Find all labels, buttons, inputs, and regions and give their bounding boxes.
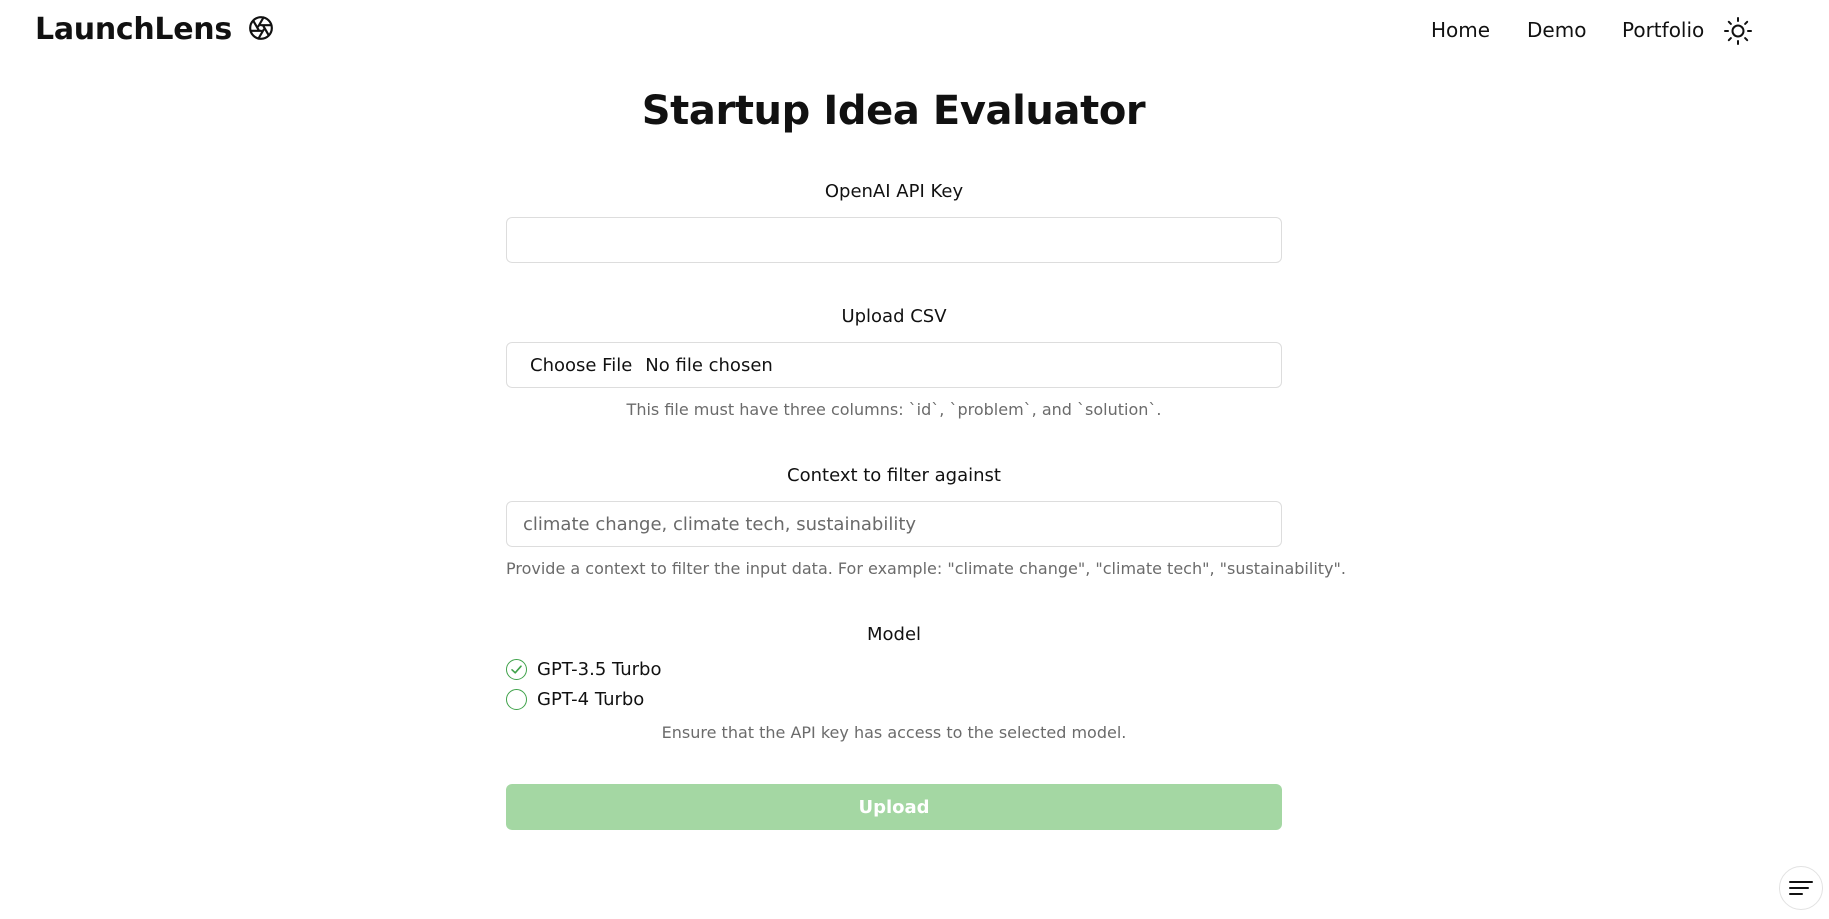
sun-icon <box>1724 17 1752 45</box>
context-label: Context to filter against <box>787 465 1001 486</box>
brand-name: LaunchLens <box>35 12 232 47</box>
nav-portfolio-link[interactable]: Portfolio <box>1622 18 1704 42</box>
api-key-input[interactable] <box>506 217 1282 263</box>
radio-unchecked-icon[interactable] <box>506 689 527 710</box>
page-title: Startup Idea Evaluator <box>641 88 1146 134</box>
model-hint: Ensure that the API key has access to th… <box>661 723 1127 742</box>
api-key-label: OpenAI API Key <box>824 181 964 202</box>
upload-csv-label: Upload CSV <box>841 306 947 327</box>
model-option-label: GPT-4 Turbo <box>537 689 645 710</box>
csv-hint: This file must have three columns: `id`,… <box>626 400 1162 419</box>
choose-file-button[interactable]: Choose File <box>530 355 632 376</box>
theme-toggle-button[interactable] <box>1722 15 1754 47</box>
brand[interactable]: LaunchLens <box>35 12 274 47</box>
radio-checked-icon[interactable] <box>506 659 527 680</box>
context-input[interactable] <box>506 501 1282 547</box>
nav-demo-link[interactable]: Demo <box>1527 18 1586 42</box>
navbar: LaunchLens Home Demo Portfolio <box>0 0 1829 64</box>
menu-fab-button[interactable] <box>1779 866 1823 910</box>
file-status: No file chosen <box>645 354 773 376</box>
nav-home-link[interactable]: Home <box>1431 18 1490 42</box>
aperture-icon <box>248 15 273 40</box>
model-label: Model <box>866 624 922 645</box>
menu-lines-icon <box>1789 881 1813 895</box>
upload-button[interactable]: Upload <box>506 784 1282 830</box>
model-option-label: GPT-3.5 Turbo <box>537 659 662 680</box>
context-hint: Provide a context to filter the input da… <box>506 559 1346 578</box>
model-option-gpt35[interactable]: GPT-3.5 Turbo <box>506 659 662 680</box>
model-option-gpt4[interactable]: GPT-4 Turbo <box>506 689 644 710</box>
csv-file-input[interactable]: Choose File No file chosen <box>506 342 1282 388</box>
